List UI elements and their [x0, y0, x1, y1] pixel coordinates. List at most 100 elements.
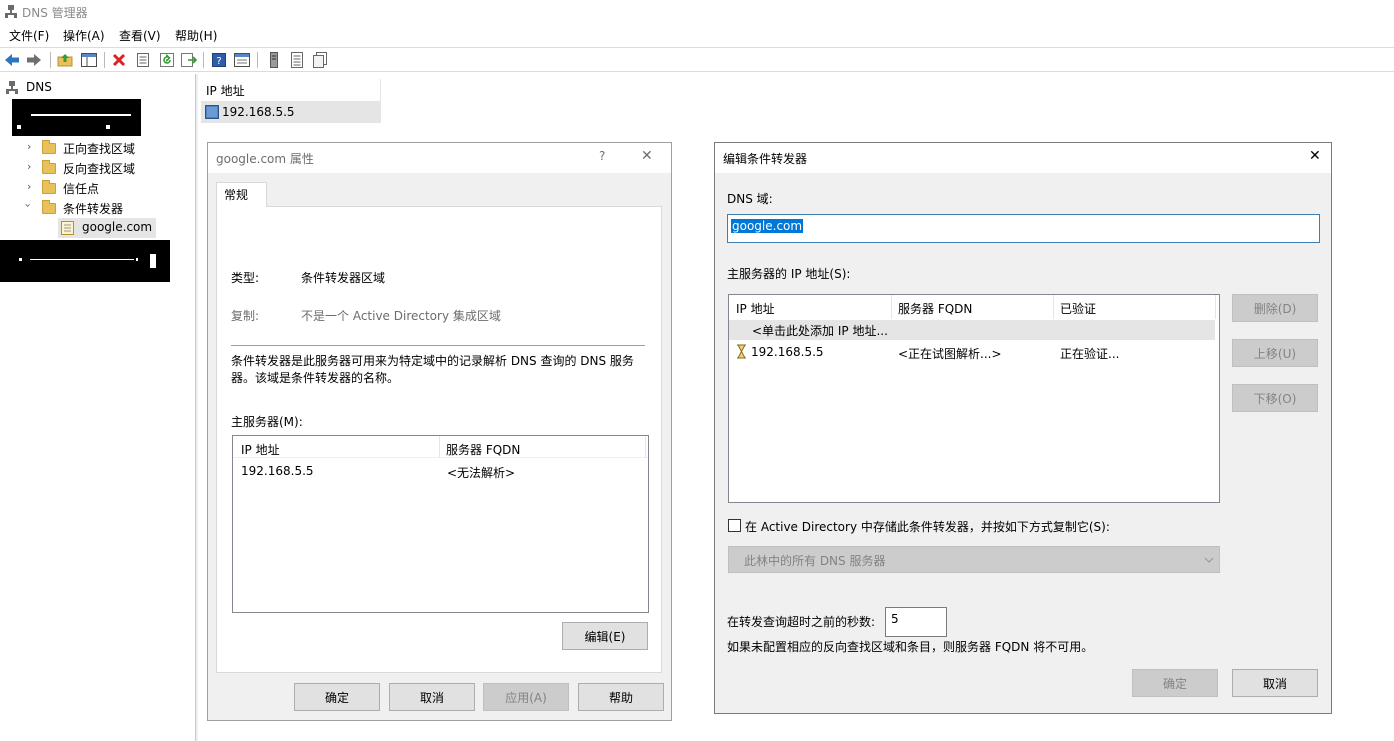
fqdn-note: 如果未配置相应的反向查找区域和条目，则服务器 FQDN 将不可用。	[727, 640, 1094, 654]
console-tree: DNS › 正向查找区域 › 反向查找区域 › 信任点 › 条件转发器 goog…	[0, 74, 195, 741]
redaction-mark	[150, 254, 156, 268]
redaction-mark	[17, 125, 21, 129]
column-separator[interactable]	[645, 436, 646, 458]
show-hide-tree-icon[interactable]	[80, 51, 98, 69]
dns-domain-value: google.com	[731, 219, 804, 233]
toolbar-separator	[50, 52, 51, 68]
server-icon[interactable]	[265, 51, 283, 69]
ip-row-fqdn: <正在试图解析...>	[898, 347, 1002, 361]
column-separator[interactable]	[1053, 295, 1054, 319]
help-button[interactable]: 帮助	[578, 683, 664, 711]
window-title: DNS 管理器	[22, 6, 88, 20]
master-row-fqdn: <无法解析>	[447, 466, 516, 480]
console-icon[interactable]	[233, 51, 251, 69]
column-separator[interactable]	[1215, 295, 1216, 319]
menu-file[interactable]: 文件(F)	[9, 27, 49, 44]
menu-help[interactable]: 帮助(H)	[175, 27, 217, 44]
replication-select[interactable]: 此林中的所有 DNS 服务器	[728, 546, 1220, 573]
edit-forwarder-dialog: 编辑条件转发器 ✕ DNS 域: google.com 主服务器的 IP 地址(…	[714, 142, 1332, 714]
chevron-down-icon[interactable]: ›	[22, 203, 35, 207]
edit-button[interactable]: 编辑(E)	[562, 622, 648, 650]
redaction-mark	[136, 258, 138, 261]
toolbar-separator	[257, 52, 258, 68]
column-header-validated[interactable]: 已验证	[1060, 300, 1096, 317]
chevron-down-icon	[1204, 557, 1214, 563]
back-icon[interactable]	[3, 51, 21, 69]
menu-action[interactable]: 操作(A)	[63, 27, 105, 44]
tab-page-general: 类型: 条件转发器区域 复制: 不是一个 Active Directory 集成…	[216, 206, 662, 673]
chevron-right-icon[interactable]: ›	[27, 140, 31, 153]
redaction-mark	[31, 114, 131, 116]
dns-server-icon	[6, 81, 18, 94]
divider	[231, 345, 645, 346]
master-ips-label: 主服务器的 IP 地址(S):	[727, 267, 851, 281]
edit-dialog-title: 编辑条件转发器	[723, 152, 808, 166]
column-header-fqdn[interactable]: 服务器 FQDN	[898, 300, 972, 317]
redacted-server-node	[12, 99, 141, 136]
folder-icon	[42, 160, 56, 174]
delete-button[interactable]: 删除(D)	[1232, 294, 1318, 322]
export-list-icon[interactable]	[180, 51, 198, 69]
list-icon[interactable]	[288, 51, 306, 69]
tree-item-forward-zones[interactable]: 正向查找区域	[63, 140, 135, 157]
pane-splitter[interactable]	[195, 74, 198, 741]
replication-label: 复制:	[231, 309, 260, 323]
refresh-icon[interactable]	[158, 51, 176, 69]
up-folder-icon[interactable]	[56, 51, 74, 69]
forward-icon[interactable]	[25, 51, 43, 69]
folder-icon	[42, 200, 56, 214]
chevron-right-icon[interactable]: ›	[27, 180, 31, 193]
ad-store-label: 在 Active Directory 中存储此条件转发器，并按如下方式复制它(S…	[745, 520, 1110, 534]
ip-row-address[interactable]: 192.168.5.5	[751, 345, 824, 359]
list-header-ip[interactable]: IP 地址	[201, 79, 381, 101]
replication-value: 不是一个 Active Directory 集成区域	[301, 309, 501, 323]
close-icon[interactable]: ✕	[641, 148, 653, 164]
menu-view[interactable]: 查看(V)	[119, 27, 161, 44]
type-value: 条件转发器区域	[301, 271, 386, 285]
properties-icon[interactable]	[134, 51, 152, 69]
master-ips-list[interactable]: IP 地址 服务器 FQDN 已验证 <单击此处添加 IP 地址... 192.…	[728, 294, 1220, 503]
tree-item-trust-points[interactable]: 信任点	[63, 180, 99, 197]
list-row-ip-label: 192.168.5.5	[222, 105, 295, 119]
chevron-right-icon[interactable]: ›	[27, 160, 31, 173]
forwarder-zone-icon	[61, 221, 74, 235]
list-header-ip-label: IP 地址	[206, 84, 245, 98]
column-separator[interactable]	[891, 295, 892, 319]
edit-dialog-titlebar	[715, 143, 1331, 173]
ok-button[interactable]: 确定	[1132, 669, 1218, 697]
copy-icon[interactable]	[311, 51, 329, 69]
tab-general[interactable]: 常规	[216, 182, 267, 207]
tree-item-conditional-forwarders[interactable]: 条件转发器	[63, 200, 123, 217]
tree-root-dns[interactable]: DNS	[26, 80, 52, 94]
dns-server-icon	[5, 5, 17, 18]
folder-icon	[42, 180, 56, 194]
column-separator[interactable]	[439, 436, 440, 458]
column-header-fqdn[interactable]: 服务器 FQDN	[446, 441, 520, 458]
type-label: 类型:	[231, 271, 260, 285]
column-header-ip[interactable]: IP 地址	[241, 441, 280, 458]
help-icon[interactable]: ?	[599, 149, 605, 163]
help-icon[interactable]: ?	[210, 51, 228, 69]
close-icon[interactable]: ✕	[1309, 148, 1321, 164]
tree-item-google-label: google.com	[82, 220, 153, 234]
move-down-button[interactable]: 下移(O)	[1232, 384, 1318, 412]
timeout-input[interactable]: 5	[885, 607, 947, 637]
master-row-ip[interactable]: 192.168.5.5	[241, 464, 314, 478]
menu-bar: 文件(F) 操作(A) 查看(V) 帮助(H)	[0, 24, 1394, 46]
server-ip-icon	[205, 105, 219, 119]
toolbar: ?	[0, 47, 1394, 72]
column-header-ip[interactable]: IP 地址	[736, 300, 775, 317]
apply-button[interactable]: 应用(A)	[483, 683, 569, 711]
dns-domain-input[interactable]: google.com	[727, 214, 1320, 243]
cancel-button[interactable]: 取消	[1232, 669, 1318, 697]
add-ip-row[interactable]: <单击此处添加 IP 地址...	[729, 320, 1215, 340]
masters-list[interactable]: IP 地址 服务器 FQDN 192.168.5.5 <无法解析>	[232, 435, 649, 613]
ok-button[interactable]: 确定	[294, 683, 380, 711]
tree-item-google-selected[interactable]: google.com	[58, 218, 156, 238]
tree-item-reverse-zones[interactable]: 反向查找区域	[63, 160, 135, 177]
move-up-button[interactable]: 上移(U)	[1232, 339, 1318, 367]
cancel-button[interactable]: 取消	[389, 683, 475, 711]
delete-icon[interactable]	[110, 51, 128, 69]
ad-store-checkbox[interactable]	[728, 519, 741, 532]
list-row-ip[interactable]: 192.168.5.5	[201, 101, 381, 123]
